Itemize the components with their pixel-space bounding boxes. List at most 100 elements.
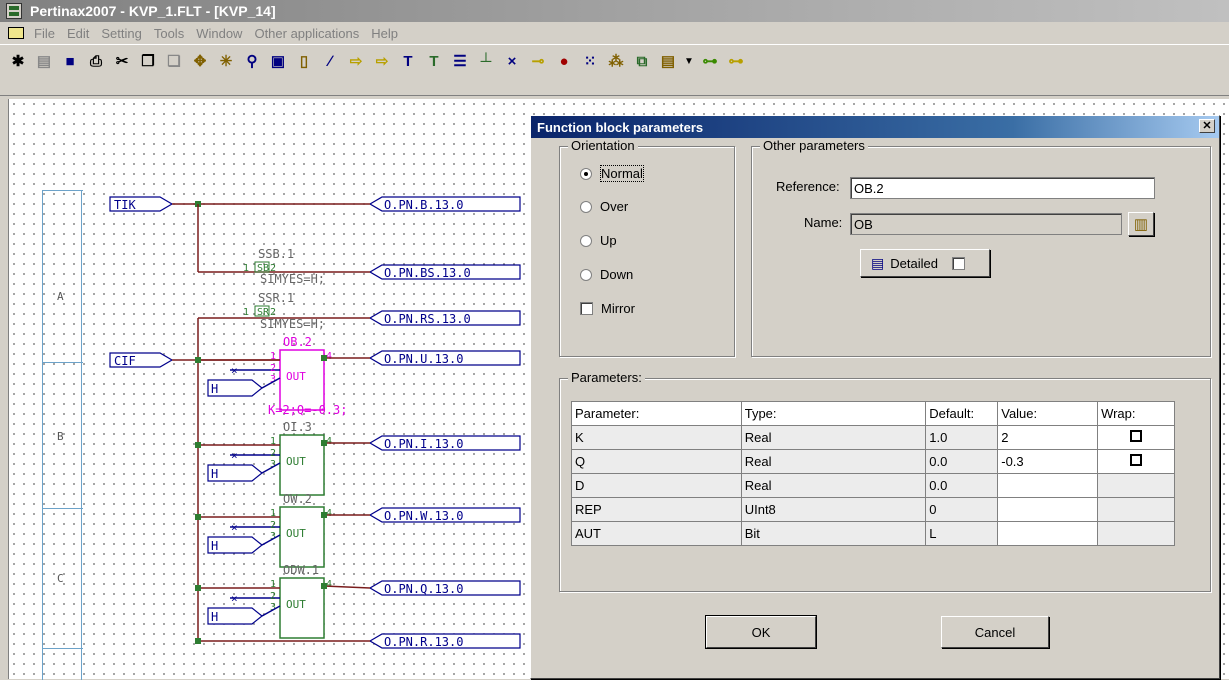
wire-node <box>321 440 327 446</box>
network-icon[interactable]: ⁂ <box>606 51 626 71</box>
param-type: Bit <box>740 521 927 546</box>
param-value[interactable]: -0.3 <box>997 449 1099 474</box>
pin-label: 2 <box>270 520 276 531</box>
table-row[interactable]: Q Real 0.0 -0.3 <box>571 449 1175 474</box>
pin-label: 1 <box>270 508 276 519</box>
sr-block-name: SSR.1 <box>258 291 294 305</box>
param-value[interactable] <box>997 521 1099 546</box>
param-name: K <box>571 425 742 450</box>
param-value[interactable]: 2 <box>997 425 1099 450</box>
sb-block-name: SSB.1 <box>258 247 294 261</box>
column-header: Parameter: <box>571 401 742 426</box>
name-field[interactable]: OB <box>850 213 1122 235</box>
radio-label: Over <box>600 199 629 214</box>
param-value[interactable] <box>997 473 1099 498</box>
function-block-diagram[interactable]: TIK CIF O.PN.B.13.0 O.PN.BS.13.0 O.PN.RS.13.… <box>0 0 530 679</box>
library-browse-button[interactable]: ▥ <box>1128 212 1154 236</box>
library-icon[interactable]: ⧉ <box>632 51 652 71</box>
parameters-table: Parameter: Type: Default: Value: Wrap: K… <box>571 401 1175 546</box>
function-block-name: OW.2 <box>283 492 312 506</box>
param-type: Real <box>740 449 927 474</box>
table-header: Parameter: Type: Default: Value: Wrap: <box>571 401 1175 426</box>
function-block-name: OI.3 <box>283 420 312 434</box>
column-header: Wrap: <box>1097 401 1175 426</box>
other-parameters-group: Other parameters Reference: OB.2 Name: O… <box>751 138 1211 357</box>
radio-label: Up <box>600 233 617 248</box>
wire-node <box>195 442 201 448</box>
input-connector-label: TIK <box>114 198 136 212</box>
wire-node <box>321 355 327 361</box>
unused-pin-mark: × <box>231 364 238 377</box>
pin-label: 1 <box>243 307 249 318</box>
record-icon[interactable]: ● <box>554 51 574 71</box>
param-default: 0.0 <box>925 473 999 498</box>
checkbox-label: Mirror <box>601 301 635 316</box>
mirror-checkbox[interactable]: Mirror <box>580 301 635 316</box>
radio-normal[interactable]: Normal <box>580 165 644 182</box>
constant-input-label: H <box>211 382 218 396</box>
details-icon: ▤ <box>871 254 885 271</box>
detailed-label: Detailed <box>890 255 938 271</box>
output-connector-label: O.PN.U.13.0 <box>384 352 463 366</box>
param-wrap <box>1097 521 1175 546</box>
wire-node <box>195 585 201 591</box>
wire-node <box>321 583 327 589</box>
grid-icon[interactable]: ⁙ <box>580 51 600 71</box>
parameters-label: Parameters: <box>568 370 645 385</box>
wire-node <box>195 357 201 363</box>
unused-pin-mark: × <box>231 449 238 462</box>
param-default: 0.0 <box>925 449 999 474</box>
plugin-alt-icon[interactable]: ⊶ <box>726 51 746 71</box>
pin-label: 1 <box>270 351 276 362</box>
param-value[interactable] <box>997 497 1099 522</box>
function-block-parameters-dialog: Function block parameters ✕ Orientation … <box>530 115 1220 679</box>
orientation-group: Orientation Normal Over Up Down Mirror <box>559 138 735 357</box>
param-name: REP <box>571 497 742 522</box>
name-label: Name: <box>804 215 843 230</box>
export-icon[interactable]: ▤ <box>658 51 678 71</box>
dialog-title[interactable]: Function block parameters ✕ <box>531 116 1219 138</box>
param-wrap[interactable] <box>1097 425 1175 450</box>
function-block-output-label: OUT <box>286 598 306 611</box>
ok-button[interactable]: OK <box>705 615 817 649</box>
checkbox-icon <box>580 302 593 315</box>
output-connector-label: O.PN.R.13.0 <box>384 635 463 649</box>
connect-icon[interactable]: ⊸ <box>528 51 548 71</box>
param-name: D <box>571 473 742 498</box>
table-row[interactable]: REP UInt8 0 <box>571 497 1175 522</box>
plugin-icon[interactable]: ⊶ <box>700 51 720 71</box>
param-wrap[interactable] <box>1097 449 1175 474</box>
pin-label: 2 <box>270 363 276 374</box>
detailed-button[interactable]: ▤ Detailed <box>860 249 990 277</box>
function-block-output-label: OUT <box>286 455 306 468</box>
wrap-checkbox[interactable] <box>1130 454 1143 466</box>
constant-input-label: H <box>211 539 218 553</box>
radio-up[interactable]: Up <box>580 233 617 248</box>
output-connector-label: O.PN.Q.13.0 <box>384 582 463 596</box>
radio-icon <box>580 234 592 247</box>
reference-input[interactable]: OB.2 <box>850 177 1155 199</box>
dropdown-arrow-icon[interactable]: ▼ <box>684 51 694 71</box>
wrap-checkbox[interactable] <box>1130 430 1143 442</box>
sb-block-params: SIMYES=H; <box>260 272 325 286</box>
param-name: Q <box>571 449 742 474</box>
reference-label: Reference: <box>776 179 840 194</box>
detailed-checkbox[interactable] <box>951 256 965 270</box>
radio-over[interactable]: Over <box>580 199 628 214</box>
table-row[interactable]: D Real 0.0 <box>571 473 1175 498</box>
cancel-button[interactable]: Cancel <box>941 616 1049 648</box>
table-row[interactable]: AUT Bit L <box>571 521 1175 546</box>
function-block-name: OB.2 <box>283 335 312 349</box>
pin-label: 1 <box>270 436 276 447</box>
pin-label: 1 <box>243 263 249 274</box>
radio-icon <box>580 200 592 213</box>
sr-block-params: SIMYES=H; <box>260 317 325 331</box>
radio-down[interactable]: Down <box>580 267 633 282</box>
column-header: Type: <box>740 401 927 426</box>
param-default: L <box>925 521 999 546</box>
pin-label: 2 <box>270 448 276 459</box>
table-row[interactable]: K Real 1.0 2 <box>571 425 1175 450</box>
close-icon[interactable]: ✕ <box>1199 119 1215 133</box>
radio-label: Normal <box>600 165 644 182</box>
function-block-output-label: OUT <box>286 370 306 383</box>
